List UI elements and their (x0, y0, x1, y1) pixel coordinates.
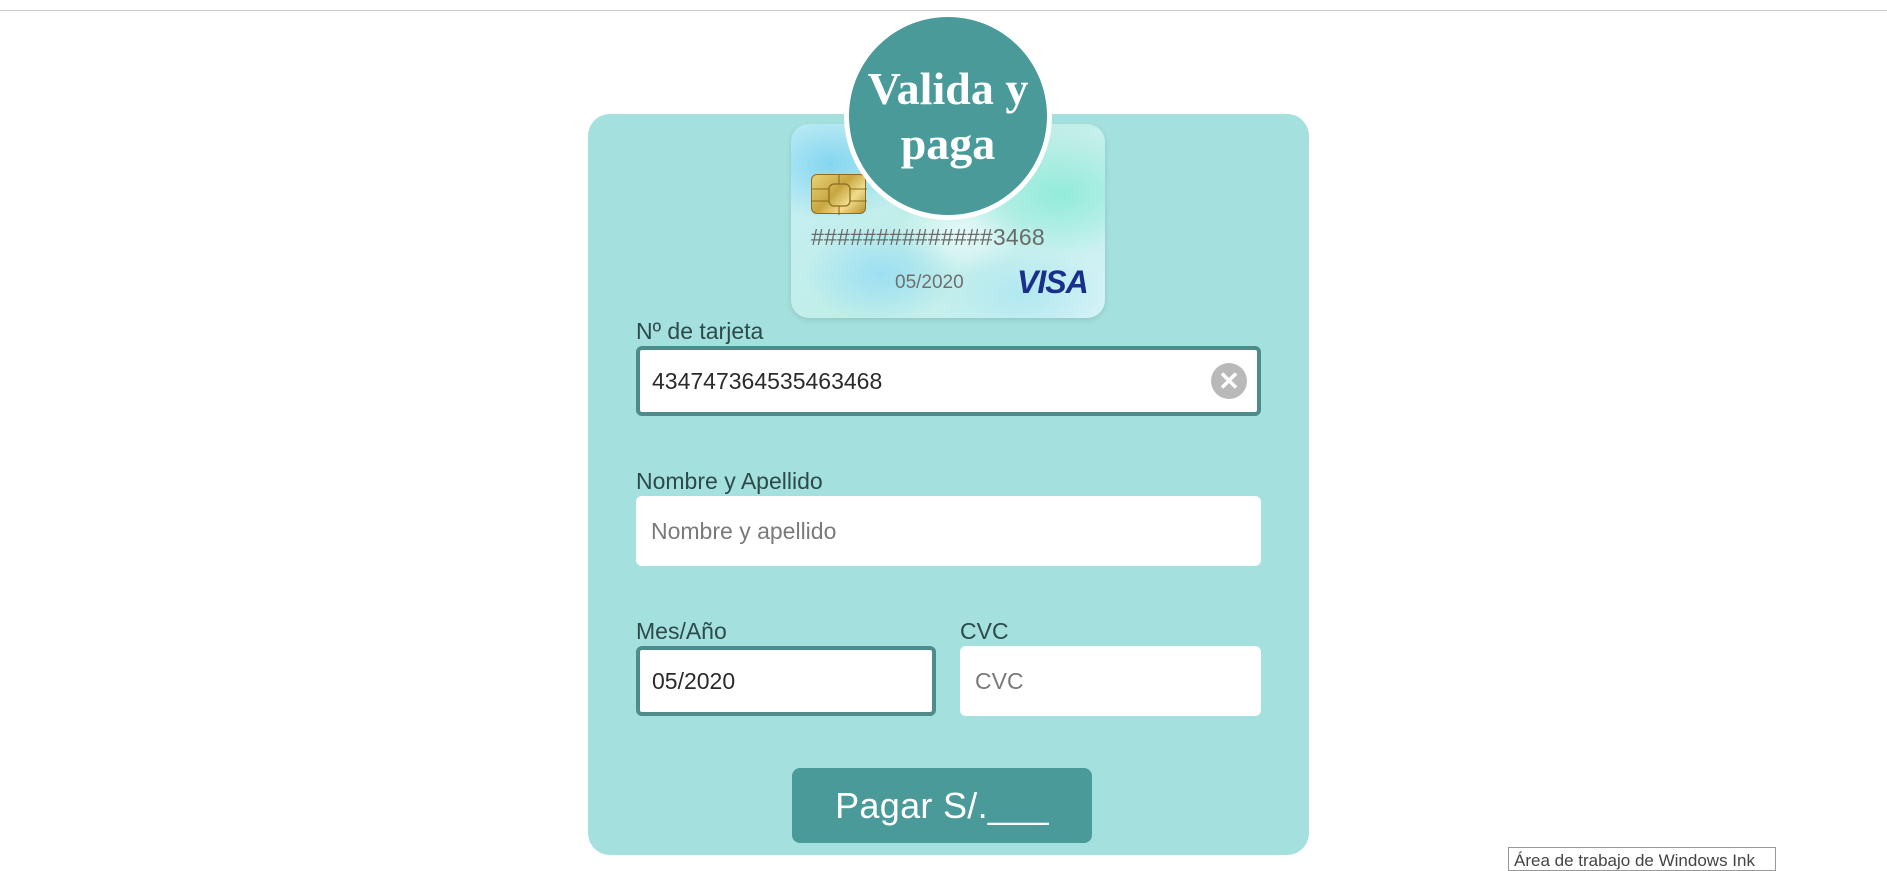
sim-chip-icon (811, 174, 867, 215)
expiry-input[interactable]: 05/2020 (636, 646, 936, 716)
expiry-label: Mes/Año (636, 618, 727, 644)
card-number-value: 434747364535463468 (652, 367, 883, 394)
cvc-input[interactable]: CVC (960, 646, 1261, 716)
card-number-label: Nº de tarjeta (636, 318, 764, 344)
card-expiry: 05/2020 (895, 272, 964, 293)
page-title-badge: Valida y paga (849, 17, 1047, 215)
cvc-label: CVC (960, 618, 1009, 644)
name-placeholder: Nombre y apellido (651, 517, 837, 544)
visa-logo: VISA (1017, 264, 1089, 300)
page-title: Valida y paga (867, 63, 1029, 169)
card-masked-number: ##############3468 (811, 224, 1045, 250)
pay-button[interactable]: Pagar S/.___ (792, 768, 1092, 843)
cvc-placeholder: CVC (975, 667, 1024, 694)
name-input[interactable]: Nombre y apellido (636, 496, 1261, 566)
windows-ink-tooltip: Área de trabajo de Windows Ink (1508, 847, 1776, 871)
expiry-value: 05/2020 (652, 667, 736, 694)
name-label: Nombre y Apellido (636, 468, 823, 494)
top-divider (0, 10, 1887, 11)
card-number-input[interactable]: 434747364535463468 ✕ (636, 346, 1261, 416)
close-circle-icon[interactable]: ✕ (1211, 363, 1247, 399)
